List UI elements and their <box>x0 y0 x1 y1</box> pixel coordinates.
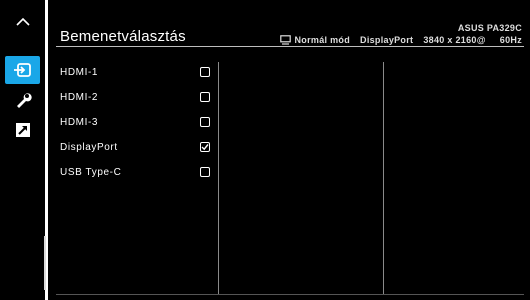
sidebar-item-system-setup[interactable] <box>5 86 40 114</box>
checkbox[interactable] <box>200 67 210 77</box>
monitor-icon <box>279 35 291 45</box>
header-divider <box>56 46 524 47</box>
menu-item-label: HDMI-3 <box>60 116 99 128</box>
checkbox[interactable] <box>200 117 210 127</box>
checkbox-checked[interactable] <box>200 142 210 152</box>
menu-item-label: HDMI-1 <box>60 66 99 78</box>
input-label: DisplayPort <box>360 35 414 45</box>
chevron-up-icon <box>15 17 30 26</box>
sidebar <box>0 0 46 300</box>
column-divider-1 <box>218 62 219 294</box>
menu-item-hdmi-1[interactable]: HDMI-1 <box>60 61 210 83</box>
wrench-icon <box>16 93 32 108</box>
menu-item-label: USB Type-C <box>60 166 122 178</box>
menu-panel: Bemenetválasztás ASUS PA329C Normál mód … <box>48 0 530 300</box>
menu-item-hdmi-2[interactable]: HDMI-2 <box>60 86 210 108</box>
checkbox[interactable] <box>200 92 210 102</box>
bottom-divider <box>56 294 524 295</box>
menu-item-usb-type-c[interactable]: USB Type-C <box>60 161 210 183</box>
checkmark-icon <box>201 144 209 151</box>
menu-item-displayport[interactable]: DisplayPort <box>60 136 210 158</box>
menu-item-label: DisplayPort <box>60 141 118 153</box>
input-select-icon <box>13 63 31 77</box>
column-divider-2 <box>383 62 384 294</box>
page-title: Bemenetválasztás <box>60 28 186 45</box>
scroll-up-button[interactable] <box>5 8 40 36</box>
header: Bemenetválasztás ASUS PA329C Normál mód … <box>48 0 530 48</box>
menu-item-hdmi-3[interactable]: HDMI-3 <box>60 111 210 133</box>
refresh-label: 60Hz <box>499 35 522 45</box>
input-list: HDMI-1 HDMI-2 HDMI-3 DisplayPort USB Typ… <box>56 50 218 294</box>
checkbox[interactable] <box>200 167 210 177</box>
mode-label: Normál mód <box>294 35 351 45</box>
monitor-model: ASUS PA329C <box>457 23 522 33</box>
resolution-label: 3840 x 2160@ <box>423 35 486 45</box>
menu-item-label: HDMI-2 <box>60 91 99 103</box>
sidebar-item-input-select[interactable] <box>5 56 40 84</box>
shortcut-arrow-icon <box>15 123 30 137</box>
status-bar: Normál mód DisplayPort 3840 x 2160@ 60Hz <box>279 35 523 45</box>
sidebar-scrollbar[interactable] <box>44 236 46 290</box>
sidebar-item-shortcut[interactable] <box>5 116 40 144</box>
